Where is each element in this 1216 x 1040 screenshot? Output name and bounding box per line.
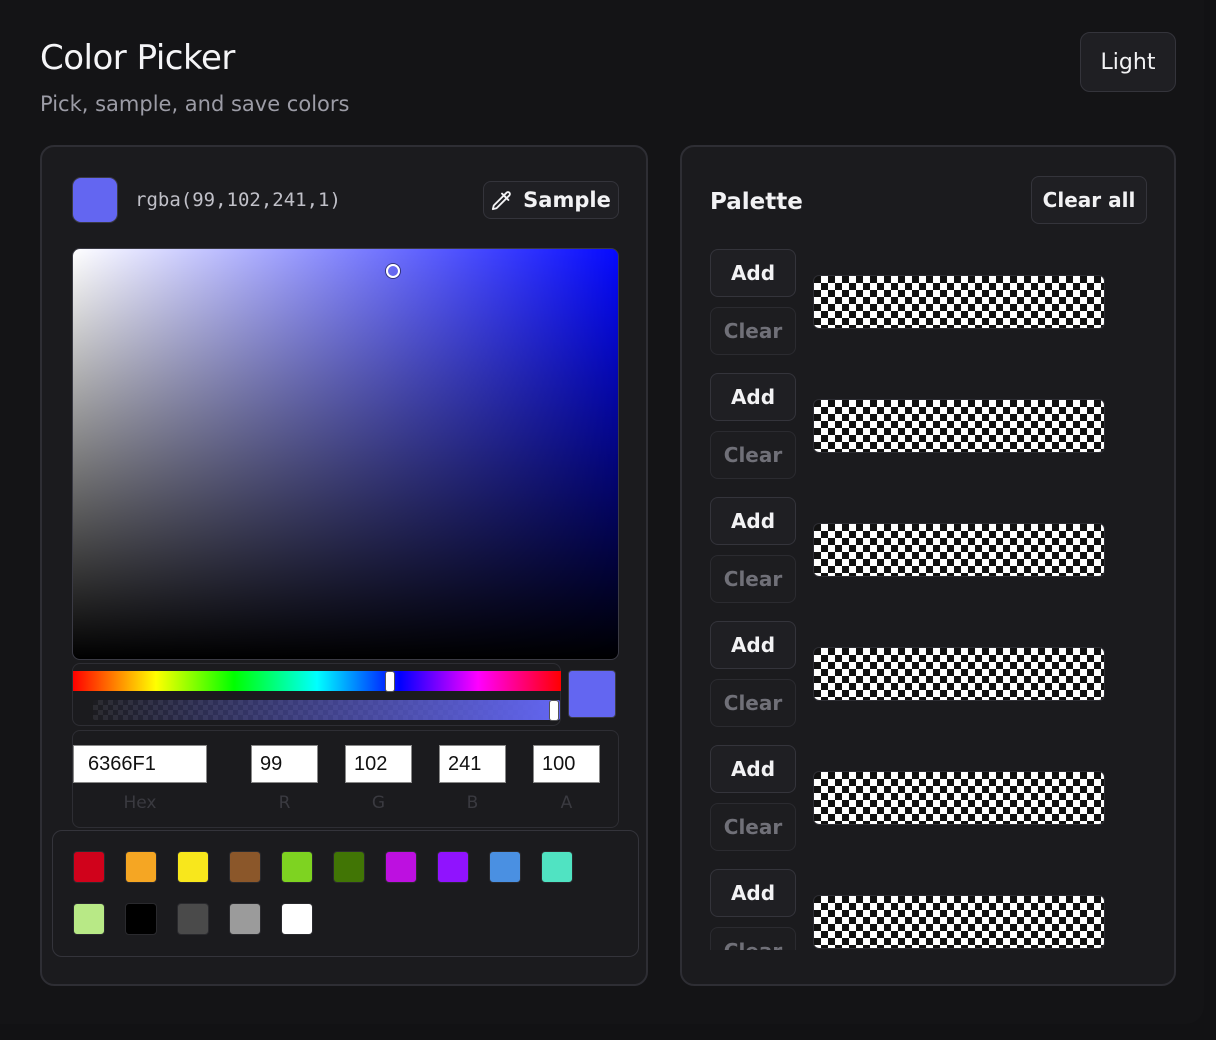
empty-slot-swatch[interactable] bbox=[813, 895, 1105, 949]
palette-row: Add Clear bbox=[710, 373, 1150, 481]
palette-list[interactable]: Add Clear Add Clear Add Clear Add Clear … bbox=[682, 247, 1174, 950]
add-color-button[interactable]: Add bbox=[710, 621, 796, 669]
add-color-button[interactable]: Add bbox=[710, 249, 796, 297]
hue-slider[interactable] bbox=[73, 671, 561, 691]
add-color-button[interactable]: Add bbox=[710, 745, 796, 793]
palette-row: Add Clear bbox=[710, 745, 1150, 853]
clear-color-button[interactable]: Clear bbox=[710, 927, 796, 950]
preset-swatch[interactable] bbox=[385, 851, 417, 883]
color-preview-swatch bbox=[568, 670, 616, 718]
preset-swatch[interactable] bbox=[437, 851, 469, 883]
saturation-value-area[interactable] bbox=[72, 248, 619, 660]
preset-swatch[interactable] bbox=[73, 851, 105, 883]
clear-color-button[interactable]: Clear bbox=[710, 803, 796, 851]
preset-swatch[interactable] bbox=[333, 851, 365, 883]
hex-label: Hex bbox=[123, 793, 157, 813]
add-color-button[interactable]: Add bbox=[710, 373, 796, 421]
preset-swatch[interactable] bbox=[177, 903, 209, 935]
green-input[interactable]: 102 bbox=[345, 745, 412, 783]
eyedropper-icon bbox=[492, 191, 511, 211]
rgba-readout: rgba(99,102,241,1) bbox=[135, 189, 341, 211]
palette-row: Add Clear bbox=[710, 497, 1150, 605]
clear-color-button[interactable]: Clear bbox=[710, 555, 796, 603]
palette-row: Add Clear bbox=[710, 869, 1150, 950]
palette-panel: Palette Clear all Add Clear Add Clear Ad… bbox=[680, 145, 1176, 986]
empty-slot-swatch[interactable] bbox=[813, 771, 1105, 825]
empty-slot-swatch[interactable] bbox=[813, 523, 1105, 577]
clear-color-button[interactable]: Clear bbox=[710, 679, 796, 727]
preset-swatch[interactable] bbox=[177, 851, 209, 883]
page-subtitle: Pick, sample, and save colors bbox=[40, 92, 350, 116]
red-label: R bbox=[278, 793, 291, 813]
preset-swatch[interactable] bbox=[281, 903, 313, 935]
preset-swatch[interactable] bbox=[125, 903, 157, 935]
preset-swatch[interactable] bbox=[281, 851, 313, 883]
hue-slider-handle[interactable] bbox=[386, 672, 395, 691]
slider-container bbox=[72, 663, 561, 726]
clear-color-button[interactable]: Clear bbox=[710, 307, 796, 355]
green-label: G bbox=[371, 793, 386, 813]
sample-button-label: Sample bbox=[523, 188, 611, 212]
sample-button[interactable]: Sample bbox=[483, 181, 619, 219]
preset-swatch[interactable] bbox=[125, 851, 157, 883]
current-color-swatch bbox=[72, 177, 118, 223]
add-color-button[interactable]: Add bbox=[710, 869, 796, 917]
empty-slot-swatch[interactable] bbox=[813, 399, 1105, 453]
palette-row: Add Clear bbox=[710, 249, 1150, 357]
alpha-slider[interactable] bbox=[93, 700, 560, 720]
color-inputs: 6366F1 Hex 99 R 102 G 241 B 100 A bbox=[72, 730, 619, 828]
palette-row: Add Clear bbox=[710, 621, 1150, 729]
clear-all-button[interactable]: Clear all bbox=[1031, 176, 1147, 224]
alpha-slider-handle[interactable] bbox=[550, 701, 558, 720]
empty-slot-swatch[interactable] bbox=[813, 275, 1105, 329]
red-input[interactable]: 99 bbox=[251, 745, 318, 783]
blue-input[interactable]: 241 bbox=[439, 745, 506, 783]
palette-title: Palette bbox=[710, 189, 803, 215]
picker-panel: rgba(99,102,241,1) Sample 6366F1 Hex 99 … bbox=[40, 145, 648, 986]
empty-slot-swatch[interactable] bbox=[813, 647, 1105, 701]
preset-swatches bbox=[52, 830, 639, 957]
alpha-label: A bbox=[560, 793, 573, 813]
theme-toggle-button[interactable]: Light bbox=[1080, 32, 1176, 92]
clear-color-button[interactable]: Clear bbox=[710, 431, 796, 479]
saturation-value-handle[interactable] bbox=[386, 264, 400, 278]
color-picker-app: Color Picker Pick, sample, and save colo… bbox=[0, 0, 1204, 1024]
preset-swatch[interactable] bbox=[489, 851, 521, 883]
preset-swatch[interactable] bbox=[73, 903, 105, 935]
alpha-input[interactable]: 100 bbox=[533, 745, 600, 783]
preset-swatch[interactable] bbox=[229, 903, 261, 935]
page-title: Color Picker bbox=[40, 38, 235, 78]
add-color-button[interactable]: Add bbox=[710, 497, 796, 545]
blue-label: B bbox=[466, 793, 479, 813]
preset-swatch[interactable] bbox=[541, 851, 573, 883]
hex-input[interactable]: 6366F1 bbox=[73, 745, 207, 783]
preset-swatch[interactable] bbox=[229, 851, 261, 883]
